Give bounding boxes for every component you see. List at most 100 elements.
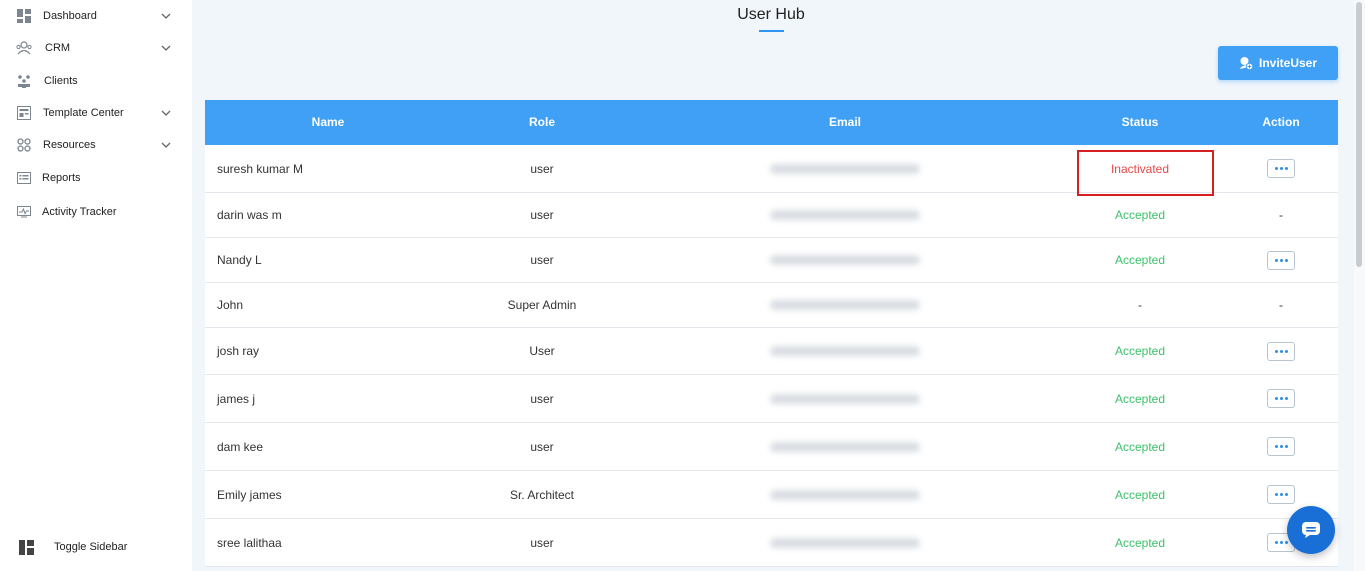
user-name: darin was m (217, 208, 282, 222)
ellipsis-dot (1284, 258, 1288, 262)
header-role[interactable]: Role (492, 100, 592, 145)
action-cell (1231, 375, 1331, 422)
ellipsis-dot (1279, 258, 1283, 262)
more-actions-button[interactable] (1267, 485, 1295, 504)
ellipsis-dot (1279, 541, 1283, 544)
action-empty: - (1279, 208, 1283, 222)
ellipsis-dot (1284, 349, 1288, 353)
ellipsis-dot (1284, 397, 1288, 400)
sidebar-item-label: CRM (45, 42, 71, 54)
ellipsis-dot (1274, 397, 1278, 400)
ellipsis-dot (1274, 167, 1278, 170)
user-name: Nandy L (217, 253, 262, 267)
clients-icon (16, 73, 32, 89)
table-row: darin was m user Accepted - (205, 193, 1338, 238)
user-role: Sr. Architect (509, 487, 575, 502)
user-email-redacted (740, 145, 950, 192)
table-row: sree lalithaa user Accepted (205, 519, 1338, 567)
action-cell (1231, 145, 1331, 192)
user-email-redacted (740, 423, 950, 470)
table-row: josh ray User Accepted (205, 328, 1338, 375)
sidebar-item-clients[interactable]: Clients (0, 67, 192, 95)
sidebar-item-reports[interactable]: Reports (0, 164, 192, 192)
more-actions-button[interactable] (1267, 250, 1295, 270)
sidebar-item-resources[interactable]: Resources (0, 131, 192, 159)
email-blur (770, 255, 920, 265)
ellipsis-dot (1279, 397, 1283, 400)
sidebar-item-dashboard[interactable]: Dashboard (0, 2, 192, 30)
user-email-redacted (740, 238, 950, 282)
action-empty: - (1279, 298, 1283, 312)
sidebar-item-label: Template Center (43, 107, 124, 119)
toggle-sidebar-button[interactable]: Toggle Sidebar (0, 533, 192, 561)
user-role: user (530, 535, 554, 550)
add-user-icon (1239, 57, 1253, 70)
sidebar-item-template-center[interactable]: Template Center (0, 99, 192, 127)
status-badge: Inactivated (1110, 161, 1170, 176)
users-table: Name Role Email Status Action suresh kum… (205, 100, 1338, 567)
ellipsis-dot (1274, 445, 1278, 448)
chevron-down-icon (161, 45, 171, 51)
page-title: User Hub (737, 6, 805, 23)
user-role: User (529, 344, 555, 358)
user-email-redacted (740, 328, 950, 374)
template-icon (16, 105, 32, 121)
action-cell (1231, 328, 1331, 374)
email-blur (770, 537, 920, 548)
user-role: user (530, 439, 554, 454)
status-badge: Accepted (1114, 208, 1166, 222)
more-actions-button[interactable] (1267, 437, 1295, 456)
header-email[interactable]: Email (795, 100, 895, 145)
ellipsis-dot (1284, 541, 1288, 544)
more-actions-button[interactable] (1267, 389, 1295, 408)
sidebar-item-label: Clients (44, 75, 78, 87)
status-badge: Accepted (1114, 439, 1166, 454)
user-name: josh ray (217, 344, 260, 358)
invite-user-button[interactable]: InviteUser (1218, 46, 1338, 80)
user-role: user (530, 391, 554, 406)
user-role: Super Admin (507, 298, 577, 312)
user-name: james j (217, 391, 256, 406)
sidebar-item-label: Dashboard (43, 10, 97, 22)
user-name: suresh kumar M (217, 161, 304, 176)
user-name: Emily james (217, 487, 282, 502)
table-row: suresh kumar M user Inactivated (205, 145, 1338, 193)
user-email-redacted (740, 471, 950, 518)
action-cell (1231, 423, 1331, 470)
sidebar: Dashboard CRM Clients Template Center Re… (0, 0, 192, 571)
sidebar-item-label: Activity Tracker (42, 206, 117, 218)
reports-icon (16, 170, 32, 186)
header-action: Action (1262, 115, 1300, 129)
more-actions-button[interactable] (1267, 159, 1295, 178)
user-name: John (217, 298, 244, 312)
dashboard-icon (16, 8, 32, 24)
table-header: Name Role Email Status Action (205, 100, 1338, 145)
chevron-down-icon (161, 13, 171, 19)
toggle-sidebar-label: Toggle Sidebar (54, 541, 128, 553)
email-blur (770, 489, 920, 500)
email-blur (770, 393, 920, 404)
sidebar-item-label: Reports (42, 172, 81, 184)
status-badge: Accepted (1114, 253, 1166, 267)
more-actions-button[interactable] (1267, 341, 1295, 361)
status-badge: Accepted (1114, 487, 1166, 502)
ellipsis-dot (1274, 493, 1278, 496)
status-badge: Accepted (1114, 391, 1166, 406)
ellipsis-dot (1274, 349, 1278, 353)
user-name: dam kee (217, 439, 264, 454)
chevron-down-icon (161, 110, 171, 116)
status-badge: Accepted (1114, 344, 1166, 358)
chat-button[interactable] (1287, 506, 1335, 554)
ellipsis-dot (1284, 493, 1288, 496)
table-row: Emily james Sr. Architect Accepted (205, 471, 1338, 519)
sidebar-item-label: Resources (43, 139, 96, 151)
scrollbar-thumb[interactable] (1356, 2, 1362, 267)
crm-icon (16, 40, 32, 56)
sidebar-item-crm[interactable]: CRM (0, 34, 192, 62)
header-status[interactable]: Status (1090, 100, 1190, 145)
user-email-redacted (740, 283, 950, 327)
header-name[interactable]: Name (278, 100, 378, 145)
sidebar-item-activity-tracker[interactable]: Activity Tracker (0, 198, 192, 226)
invite-user-label: InviteUser (1258, 56, 1318, 70)
status-badge: Accepted (1114, 535, 1166, 550)
